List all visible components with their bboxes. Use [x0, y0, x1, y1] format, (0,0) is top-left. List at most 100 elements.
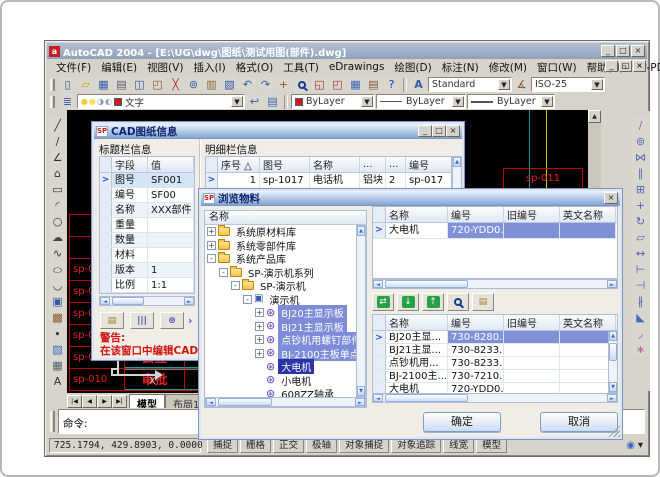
tree-item[interactable]: ⊛大电机 [205, 360, 356, 374]
explode-icon[interactable]: ∗ [632, 341, 649, 357]
menu-item[interactable]: 修改(M) [484, 59, 532, 76]
cell[interactable]: XXX部件 [148, 203, 194, 217]
status-toggle-button[interactable]: 对象捕捉 [339, 438, 389, 453]
tree-column-header[interactable]: 名称 [205, 211, 366, 225]
cell[interactable]: 1:1 [148, 278, 194, 292]
close-button[interactable]: × [631, 45, 645, 57]
cell[interactable] [560, 223, 616, 238]
point-icon[interactable]: ∙ [49, 325, 66, 341]
cell[interactable] [148, 248, 194, 262]
text-style-combo[interactable]: Standard ▼ [428, 77, 512, 92]
cell[interactable]: 材料 [112, 248, 148, 262]
scroll-right-icon[interactable]: ► [355, 398, 365, 406]
combo-arrow-icon[interactable]: ▼ [498, 79, 510, 90]
tree-item[interactable]: +⊛BJ-2100主板单点 [205, 347, 356, 361]
menu-item[interactable]: 标注(N) [437, 59, 484, 76]
open-icon[interactable]: ▱ [77, 77, 94, 92]
minimize-button[interactable]: _ [601, 45, 615, 57]
status-toggle-button[interactable]: 捕捉 [207, 438, 238, 453]
zoom-realtime-icon[interactable] [293, 77, 310, 92]
row-gutter[interactable]: > [373, 331, 386, 343]
array-icon[interactable]: ⊞ [632, 181, 649, 197]
spline-icon[interactable]: ∿ [49, 245, 66, 261]
save-icon[interactable]: ▦ [95, 77, 112, 92]
cell[interactable]: 版本 [112, 263, 148, 277]
mdi-minimize-button[interactable]: _ [605, 60, 618, 72]
column-header[interactable]: 编号 [448, 315, 504, 330]
row-gutter[interactable] [100, 248, 112, 262]
form-icon[interactable]: ▤ [100, 312, 124, 329]
cell[interactable]: sp-1017 [260, 173, 310, 188]
tree-item[interactable]: +系统零部件库 [205, 239, 356, 253]
status-toggle-button[interactable]: 对象追踪 [391, 438, 441, 453]
window-titlebar[interactable]: a AutoCAD 2004 - [E:\UG\dwg\图纸\测试用图(部件).… [47, 43, 647, 59]
lineweight-combo[interactable]: ByLayer ▼ [467, 94, 555, 109]
cell[interactable]: 名称 [112, 203, 148, 217]
mdi-restore-button[interactable]: ◱ [619, 60, 632, 72]
table-row[interactable]: 版本1 [100, 263, 194, 278]
column-header[interactable]: ... [360, 157, 386, 172]
column-header[interactable]: 名称 [386, 207, 448, 222]
menu-item[interactable]: 工具(T) [278, 59, 324, 76]
scroll-up-icon[interactable]: ▲ [609, 331, 617, 341]
row-gutter[interactable] [100, 233, 112, 247]
column-header[interactable]: 序号 △ [218, 157, 260, 172]
scroll-up-icon[interactable]: ▲ [357, 226, 365, 236]
extend-icon[interactable]: ⊣ [632, 277, 649, 293]
publish-icon[interactable]: ◰ [149, 77, 166, 92]
tree-expander-icon[interactable]: + [255, 349, 264, 358]
cell[interactable]: SF00 [148, 188, 194, 202]
menu-item[interactable]: 格式(O) [231, 59, 278, 76]
scroll-thumb[interactable] [385, 394, 468, 402]
polyline-icon[interactable]: ∠ [49, 149, 66, 165]
mdi-close-button[interactable]: × [633, 60, 646, 72]
column-header[interactable]: ... [386, 157, 406, 172]
column-header[interactable]: 编号 [406, 157, 452, 172]
bottom-grid-hscrollbar[interactable]: ◄ ► [372, 393, 618, 403]
status-toggle-button[interactable]: 模型 [476, 438, 507, 453]
paste-icon[interactable]: ▥ [203, 77, 220, 92]
column-header[interactable]: 英文名称 [560, 315, 616, 330]
menu-item[interactable]: 视图(V) [142, 59, 188, 76]
polygon-icon[interactable]: ⌂ [49, 165, 66, 181]
download-icon[interactable]: ↓ [397, 293, 419, 311]
copy-object-icon[interactable]: ⊚ [632, 133, 649, 149]
layer-lock-icon[interactable]: ◑ [97, 97, 104, 106]
menu-item[interactable]: 绘图(D) [389, 59, 436, 76]
rotate-icon[interactable]: ↻ [632, 213, 649, 229]
cell[interactable]: BJ-2100主... [386, 370, 448, 382]
cell[interactable] [148, 218, 194, 232]
table-row[interactable]: >大电机720-YDD0... [373, 223, 617, 239]
status-toggle-button[interactable]: 极轴 [306, 438, 337, 453]
dim-style-combo[interactable]: ISO-25 ▼ [531, 77, 605, 92]
status-menu-icon[interactable]: ▾ [638, 440, 643, 451]
layer-manager-icon[interactable]: ≣ [59, 94, 76, 109]
cell[interactable]: 720-YDD0... [448, 223, 504, 238]
tree-expander-icon[interactable]: + [207, 227, 216, 236]
table-row[interactable]: 重量 [100, 218, 194, 233]
cell[interactable] [504, 370, 560, 382]
comm-center-icon[interactable]: ◉ [626, 440, 635, 451]
cell[interactable] [504, 223, 560, 238]
row-gutter[interactable] [100, 188, 112, 202]
close-button[interactable]: × [604, 192, 618, 204]
plot-preview-icon[interactable]: ◫ [131, 77, 148, 92]
detail-form-icon[interactable]: ▤ [472, 293, 494, 311]
cell[interactable]: 1 [218, 173, 260, 188]
maximize-button[interactable]: □ [432, 125, 446, 137]
tree-expander-icon[interactable]: - [207, 254, 216, 263]
menu-item[interactable]: 插入(I) [188, 59, 230, 76]
cell[interactable]: 730-8280... [448, 331, 504, 343]
tree-item[interactable]: -系统产品库 [205, 252, 356, 266]
tree-expander-icon[interactable]: - [219, 268, 228, 277]
cell[interactable]: 730-7210... [448, 370, 504, 382]
table-row[interactable]: >BJ20主显...730-8280... [373, 331, 617, 344]
cell[interactable] [504, 344, 560, 356]
row-gutter[interactable] [373, 344, 386, 356]
designcenter-icon[interactable]: ▦ [347, 77, 364, 92]
cell[interactable]: 数量 [112, 233, 148, 247]
browse-dialog-titlebar[interactable]: SP 浏览物料 × [201, 191, 620, 206]
column-header[interactable]: 字段 [112, 157, 148, 172]
scroll-right-icon[interactable]: ► [607, 280, 617, 288]
tree-item[interactable]: -SP-演示机系列 [205, 266, 356, 280]
